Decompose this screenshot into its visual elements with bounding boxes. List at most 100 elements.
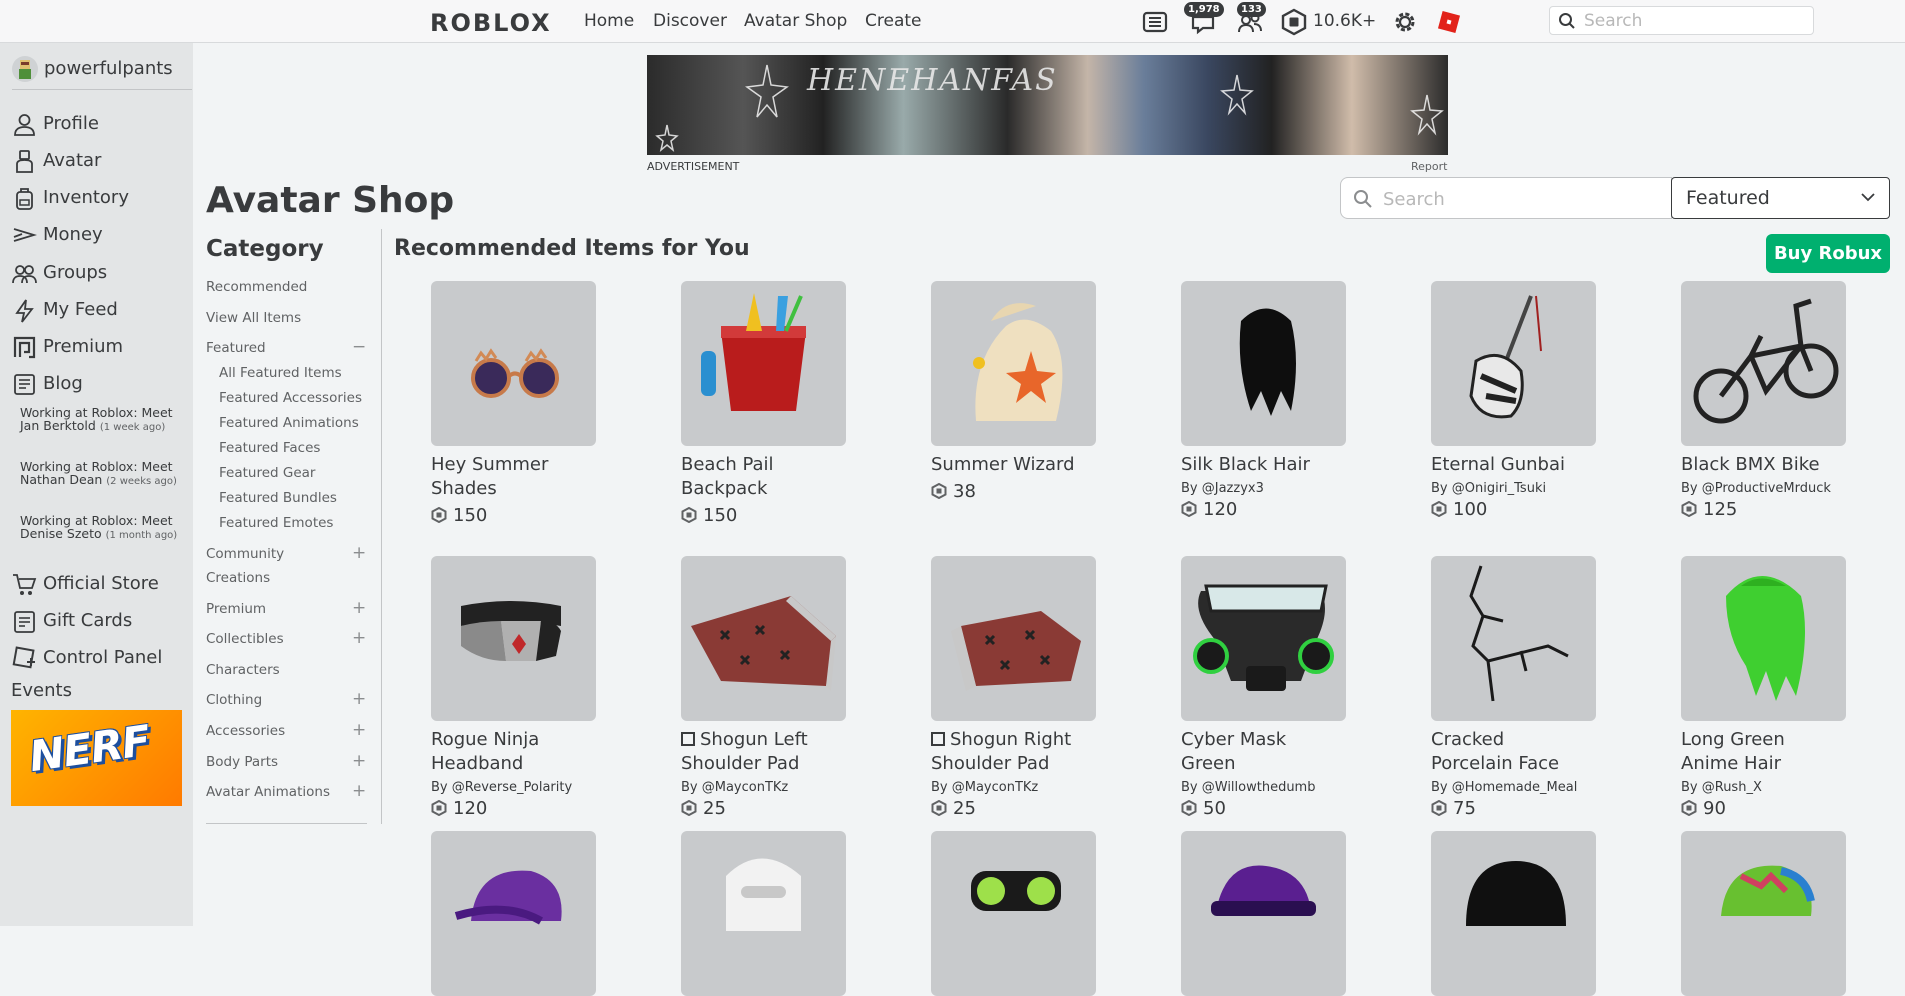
- item-name[interactable]: Hey Summer Shades: [431, 453, 601, 501]
- item-thumbnail[interactable]: [1431, 281, 1596, 446]
- blog-post-link[interactable]: Working at Roblox: Meet Jan Berktold (1 …: [20, 406, 180, 434]
- event-banner[interactable]: NERF: [11, 710, 182, 806]
- item-thumbnail[interactable]: [1681, 281, 1846, 446]
- category-body-parts[interactable]: Body Parts: [206, 754, 278, 770]
- sidebar-item-inventory[interactable]: Inventory: [12, 184, 129, 212]
- item-thumbnail[interactable]: [431, 831, 596, 996]
- item-creator[interactable]: By @Jazzyx3: [1181, 481, 1264, 496]
- item-thumbnail[interactable]: [1681, 556, 1846, 721]
- item-thumbnail[interactable]: [1681, 831, 1846, 996]
- item-thumbnail[interactable]: [931, 281, 1096, 446]
- sidebar-item-blog[interactable]: Blog: [12, 370, 83, 398]
- category-featured-accessories[interactable]: Featured Accessories: [219, 390, 362, 406]
- expand-toggle[interactable]: +: [352, 722, 366, 739]
- item-name[interactable]: Rogue Ninja Headband: [431, 728, 601, 776]
- item-name[interactable]: Cyber Mask Green: [1181, 728, 1351, 776]
- category-community-creations-line2[interactable]: Creations: [206, 570, 270, 586]
- expand-toggle[interactable]: +: [352, 753, 366, 770]
- robux-balance[interactable]: 10.6K+: [1313, 11, 1376, 31]
- sidebar-item-avatar[interactable]: Avatar: [12, 147, 101, 175]
- item-name[interactable]: Beach Pail Backpack: [681, 453, 851, 501]
- sidebar-item-profile[interactable]: Profile: [12, 110, 99, 138]
- item-name[interactable]: Eternal Gunbai: [1431, 453, 1601, 477]
- nav-create[interactable]: Create: [865, 11, 922, 31]
- item-thumbnail[interactable]: [931, 556, 1096, 721]
- item-thumbnail[interactable]: [1181, 831, 1346, 996]
- category-recommended[interactable]: Recommended: [206, 279, 307, 295]
- nav-avatar-shop[interactable]: Avatar Shop: [744, 11, 847, 31]
- list-icon[interactable]: [1141, 8, 1169, 36]
- top-search-input[interactable]: [1584, 10, 1804, 32]
- sidebar-item-premium[interactable]: Premium: [12, 333, 123, 361]
- item-thumbnail[interactable]: [681, 281, 846, 446]
- item-name[interactable]: Summer Wizard: [931, 453, 1101, 477]
- item-thumbnail[interactable]: [931, 831, 1096, 996]
- category-all-featured-items[interactable]: All Featured Items: [219, 365, 342, 381]
- advertisement-banner[interactable]: HENEHANFAS: [647, 55, 1448, 155]
- blog-post-link[interactable]: Working at Roblox: Meet Denise Szeto (1 …: [20, 514, 180, 542]
- sidebar-item-gift-cards[interactable]: Gift Cards: [12, 607, 132, 635]
- item-name[interactable]: Black BMX Bike: [1681, 453, 1851, 477]
- category-characters[interactable]: Characters: [206, 662, 280, 678]
- item-thumbnail[interactable]: [1181, 556, 1346, 721]
- sort-dropdown[interactable]: Featured: [1671, 177, 1890, 219]
- buy-robux-button[interactable]: Buy Robux: [1766, 234, 1890, 273]
- category-clothing[interactable]: Clothing: [206, 692, 262, 708]
- settings-gear-icon[interactable]: [1391, 8, 1419, 36]
- category-view-all-items[interactable]: View All Items: [206, 310, 301, 326]
- item-creator[interactable]: By @Rush_X: [1681, 780, 1762, 795]
- expand-toggle[interactable]: +: [352, 691, 366, 708]
- item-creator[interactable]: By @MayconTKz: [681, 780, 788, 795]
- report-ad-link[interactable]: Report: [1411, 160, 1447, 173]
- category-featured-bundles[interactable]: Featured Bundles: [219, 490, 337, 506]
- sidebar-item-my-feed[interactable]: My Feed: [12, 296, 118, 324]
- category-featured[interactable]: Featured: [206, 340, 266, 356]
- item-thumbnail[interactable]: [1431, 556, 1596, 721]
- item-creator[interactable]: By @Homemade_Meal: [1431, 780, 1577, 795]
- item-name[interactable]: Cracked Porcelain Face: [1431, 728, 1601, 776]
- item-name[interactable]: Silk Black Hair: [1181, 453, 1351, 477]
- user-profile-link[interactable]: powerfulpants: [12, 56, 173, 82]
- shop-search-input[interactable]: [1383, 187, 1663, 211]
- expand-toggle[interactable]: +: [352, 545, 366, 562]
- expand-toggle[interactable]: +: [352, 600, 366, 617]
- item-name[interactable]: Long Green Anime Hair: [1681, 728, 1851, 776]
- category-featured-animations[interactable]: Featured Animations: [219, 415, 359, 431]
- shop-search-box[interactable]: [1340, 177, 1672, 219]
- item-thumbnail[interactable]: [1431, 831, 1596, 996]
- expand-toggle[interactable]: +: [352, 783, 366, 800]
- category-accessories[interactable]: Accessories: [206, 723, 285, 739]
- item-creator[interactable]: By @Reverse_Polarity: [431, 780, 572, 795]
- sidebar-item-official-store[interactable]: Official Store: [12, 570, 159, 598]
- sidebar-item-money[interactable]: Money: [12, 221, 103, 249]
- item-name[interactable]: Shogun Right Shoulder Pad: [931, 728, 1101, 776]
- item-thumbnail[interactable]: [681, 556, 846, 721]
- item-creator[interactable]: By @MayconTKz: [931, 780, 1038, 795]
- sidebar-item-control-panel[interactable]: Control Panel: [12, 644, 162, 672]
- category-featured-faces[interactable]: Featured Faces: [219, 440, 320, 456]
- collapse-toggle[interactable]: −: [352, 339, 366, 356]
- blog-post-link[interactable]: Working at Roblox: Meet Nathan Dean (2 w…: [20, 460, 180, 488]
- category-featured-emotes[interactable]: Featured Emotes: [219, 515, 333, 531]
- item-thumbnail[interactable]: [431, 281, 596, 446]
- sidebar-item-groups[interactable]: Groups: [12, 259, 107, 287]
- nav-home[interactable]: Home: [584, 11, 634, 31]
- category-collectibles[interactable]: Collectibles: [206, 631, 284, 647]
- expand-toggle[interactable]: +: [352, 630, 366, 647]
- category-featured-gear[interactable]: Featured Gear: [219, 465, 315, 481]
- item-thumbnail[interactable]: [1181, 281, 1346, 446]
- item-creator[interactable]: By @ProductiveMrduck: [1681, 481, 1831, 496]
- category-avatar-animations[interactable]: Avatar Animations: [206, 784, 330, 800]
- item-creator[interactable]: By @Willowthedumb: [1181, 780, 1315, 795]
- roblox-studio-icon[interactable]: [1435, 8, 1463, 36]
- nav-discover[interactable]: Discover: [653, 11, 727, 31]
- category-community-creations[interactable]: Community: [206, 546, 284, 562]
- roblox-logo[interactable]: ROBLOX: [430, 9, 552, 37]
- top-search-box[interactable]: [1549, 6, 1814, 35]
- robux-icon[interactable]: [1280, 8, 1308, 36]
- item-creator[interactable]: By @Onigiri_Tsuki: [1431, 481, 1546, 496]
- category-premium[interactable]: Premium: [206, 601, 266, 617]
- item-thumbnail[interactable]: [681, 831, 846, 996]
- item-name[interactable]: Shogun Left Shoulder Pad: [681, 728, 851, 776]
- item-thumbnail[interactable]: [431, 556, 596, 721]
